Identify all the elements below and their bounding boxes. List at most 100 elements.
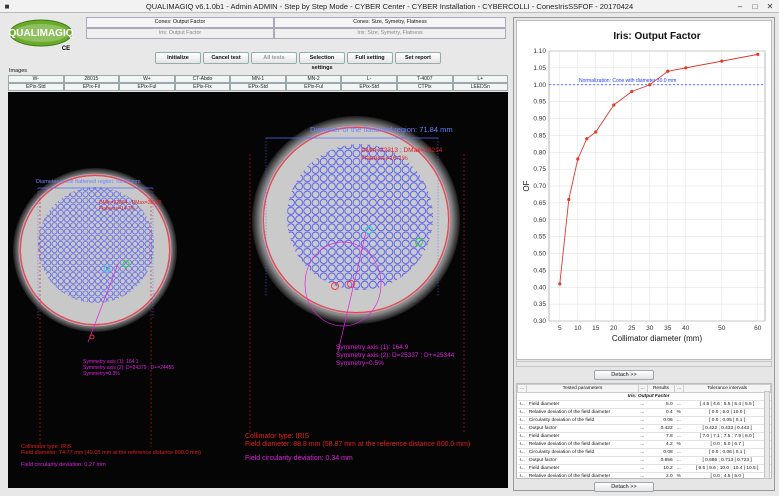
param-cell: Field diameter (526, 400, 639, 409)
app-icon: ■ (4, 2, 10, 11)
maximize-icon[interactable]: □ (748, 1, 762, 12)
x-tick-label: 20 (610, 325, 618, 332)
data-point (630, 89, 634, 94)
detach-table-button[interactable]: Detach >> (594, 482, 654, 492)
image-row2-tab[interactable]: EPix-Std (230, 83, 286, 91)
image-row2-tab[interactable]: CTPix (396, 83, 453, 91)
tolerance-cell: [ 0.686 ; 0.713 | 0.723 ] (683, 456, 771, 465)
result-cell: 2.0 (647, 472, 675, 478)
image-row1-tab[interactable]: MN-2 (285, 75, 342, 83)
cancel-test-button[interactable]: Cancel test (203, 52, 249, 64)
x-tick-label: 25 (628, 325, 636, 332)
y-tick-label: 1.05 (533, 65, 546, 72)
header-cones-output[interactable]: Cones: Output Factor (86, 17, 274, 28)
x-axis-label: Collimator diameter (mm) (612, 334, 703, 343)
right-flattened-diameter: Diameter of the flattened region: 71.84 … (310, 125, 453, 134)
y-tick-label: 1.10 (533, 48, 546, 55)
data-point (666, 69, 670, 73)
result-cell: 0.656 (647, 456, 675, 465)
y-axis-label: OF (522, 180, 531, 191)
param-cell: Field diameter (526, 464, 639, 473)
window-title-bar: QUALIMAGIQ v6.1.0b1 - Admin ADMIN - Step… (0, 0, 779, 13)
x-tick-label: 35 (664, 325, 672, 332)
image-row2-tab[interactable]: LEEDSn (452, 83, 509, 91)
header-iris-size[interactable]: Iris: Size, Symetry, Flatness (274, 28, 506, 39)
image-row1-tab[interactable]: W+ (119, 75, 175, 83)
full-setting-button[interactable]: Full setting (347, 52, 393, 64)
col-tolerance-header[interactable]: Tolerance intervals (683, 384, 771, 393)
result-cell: 5.0 (647, 400, 675, 409)
image-row1-tab[interactable]: 28015 (63, 75, 120, 83)
left-circularity: Field circularity deviation: 0.27 mm (21, 462, 106, 468)
y-tick-label: 0.30 (533, 318, 546, 325)
result-cell: 10.2 (647, 464, 675, 473)
col-results-header[interactable]: Results (646, 384, 676, 393)
row-flag: I... (517, 440, 527, 449)
chart-title: Iris: Output Factor (613, 31, 700, 42)
y-tick-label: 0.55 (533, 234, 546, 241)
header-iris-output[interactable]: Iris: Output Factor (86, 28, 274, 39)
tolerance-cell: [ 0.0 ; 4.5 | 5.0 ] (683, 472, 771, 478)
header-cones-size[interactable]: Cones: Size, Symetry, Flatness (274, 17, 506, 28)
unit-cell: ... (674, 432, 684, 441)
image-row1-tab[interactable]: L+ (452, 75, 509, 83)
image-row2-tab[interactable]: EPix-Ful (285, 83, 342, 91)
row-flag: I... (517, 448, 527, 457)
result-cell: 0.08 (647, 448, 675, 457)
param-cell: Output factor (526, 456, 639, 465)
app-window: QUALIMAGIQ CE Cones: Output Factor Cones… (0, 13, 779, 496)
tolerance-cell: [ 0.0 ; 0.05 | 0.1 ] (683, 416, 771, 425)
left-flatness: Flatness=14.7% (99, 206, 135, 212)
image-row2-tab[interactable]: EPix-Ful (119, 83, 175, 91)
y-tick-label: 0.80 (533, 149, 546, 156)
table-vertical-scrollbar[interactable] (764, 391, 770, 479)
close-icon[interactable]: ✕ (763, 1, 777, 12)
table-row[interactable]: I... Field diameter... 7.8...[ 7.0 | 7.1 ;… (517, 432, 771, 441)
table-row[interactable]: I... Field diameter... 10.2...[ 9.5 | 9.6 … (517, 464, 771, 473)
table-row[interactable]: I... Output factor... 0.422...[ 0.422 ; 0.… (517, 424, 771, 433)
x-tick-label: 50 (718, 325, 726, 332)
image-row1-tab[interactable]: CT-Abdo (174, 75, 231, 83)
selection-settings-button[interactable]: Selection settings (299, 52, 345, 71)
table-row[interactable]: I... Output factor... 0.656...[ 0.686 ; 0.… (517, 456, 771, 465)
table-row[interactable]: I... Circularity deviation of the field..… (517, 448, 771, 457)
col-parameter-header[interactable]: Tested parameters (526, 384, 639, 393)
table-row[interactable]: I... Field diameter... 5.0...[ 4.5 | 4.6 ;… (517, 400, 771, 409)
right-panel: 0.30 0.35 0.40 0.45 0.50 0.55 0.60 0.65 0.70 0.75… (513, 17, 775, 492)
image-row2-tab[interactable]: EPix-Std (8, 83, 64, 91)
image-row2-tab[interactable]: EPix-Std (341, 83, 397, 91)
param-cell: Relative deviation of the field diameter (526, 440, 639, 449)
image-viewer[interactable]: Diameter of the flattened region: 59.82 … (8, 92, 508, 488)
image-tabs-row-1: W- 28015 W+ CT-Abdo MN-1 MN-2 L- T-4007 L+ (8, 75, 509, 83)
x-tick-label: 5 (558, 325, 562, 332)
image-row2-tab[interactable]: EPix-Fix (174, 83, 231, 91)
image-row1-tab[interactable]: W- (8, 75, 64, 83)
all-tests-button[interactable]: All tests (251, 52, 297, 64)
set-report-button[interactable]: Set report (395, 52, 441, 64)
table-row[interactable]: I... Relative deviation of the field diam… (517, 440, 771, 449)
chart-horizontal-scrollbar[interactable] (516, 361, 772, 367)
result-cell: 0.06 (647, 416, 675, 425)
table-row[interactable]: I... Circularity deviation of the field..… (517, 416, 771, 425)
right-field-diameter: Field diameter: 88.8 mm (58.87 mm at the… (245, 441, 471, 448)
unit-cell: ... (674, 400, 684, 409)
right-dmin-dmax: DMin=22313 ; DMax=26214 (361, 147, 443, 154)
image-row2-tab[interactable]: EPix-Fil (63, 83, 120, 91)
x-tick-label: 60 (754, 325, 762, 332)
data-point (720, 59, 724, 63)
result-cell: 4.2 (647, 440, 675, 449)
detach-chart-button[interactable]: Detach >> (594, 370, 654, 380)
image-row1-tab[interactable]: T-4007 (396, 75, 453, 83)
tolerance-cell: [ 0.0 ; 5.0 | 6.7 ] (683, 440, 771, 449)
param-cell: Circularity deviation of the field (526, 416, 639, 425)
image-row1-tab[interactable]: L- (341, 75, 397, 83)
left-field-image (13, 168, 177, 447)
initialize-button[interactable]: Initialize (155, 52, 201, 64)
left-symmetry: Symmetry=0.3% (83, 371, 120, 377)
minimize-icon[interactable]: – (733, 1, 747, 12)
param-cell: Relative deviation of the field diameter (526, 408, 639, 417)
table-row[interactable]: I... Relative deviation of the field diam… (517, 472, 771, 478)
table-row[interactable]: Iris: Output Factor (517, 392, 771, 401)
table-row[interactable]: I... Relative deviation of the field diam… (517, 408, 771, 417)
image-row1-tab[interactable]: MN-1 (230, 75, 286, 83)
